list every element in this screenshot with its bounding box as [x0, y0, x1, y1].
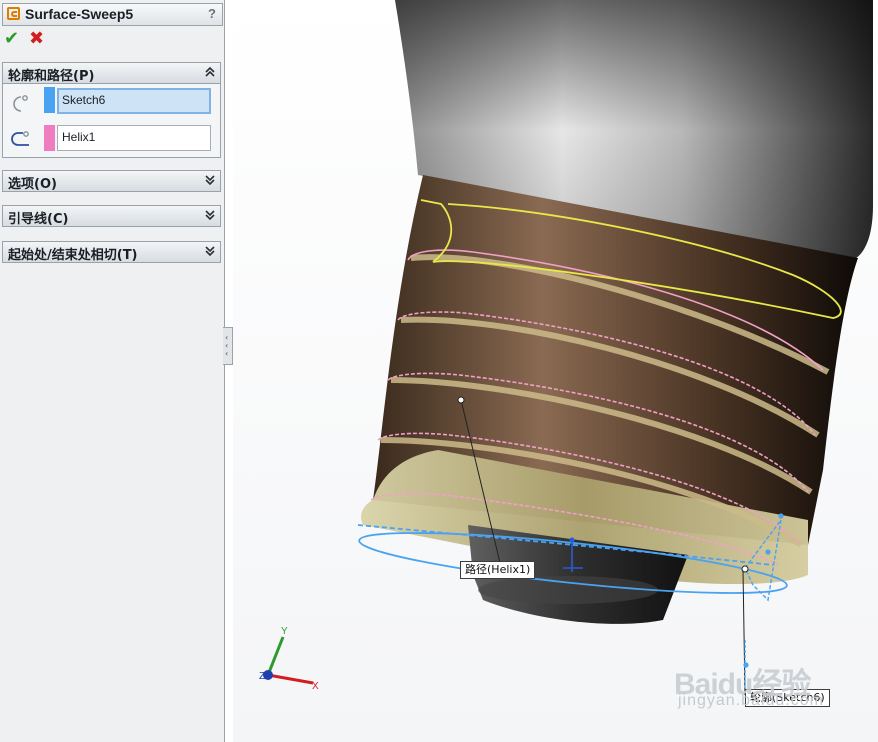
section-profile-path-header[interactable]: 轮廓和路径(P) — [2, 62, 221, 84]
section-options-label: 选项(O) — [8, 177, 57, 192]
graphics-viewport[interactable]: Y X Z 路径(Helix1) 轮廓(Sketch6) Baidu经验 jin… — [233, 0, 878, 742]
collapse-chevron-icon[interactable] — [204, 64, 216, 80]
path-field[interactable]: Helix1 — [57, 125, 211, 151]
coordinate-triad: Y X Z — [259, 626, 319, 692]
help-icon[interactable]: ? — [208, 6, 216, 21]
triad-y-label: Y — [281, 626, 288, 637]
expand-chevron-icon[interactable] — [204, 207, 216, 223]
expand-chevron-icon[interactable] — [204, 172, 216, 188]
path-color-swatch — [44, 125, 55, 151]
profile-icon — [13, 95, 28, 112]
expand-chevron-icon[interactable] — [204, 243, 216, 259]
section-guides-header[interactable]: 引导线(C) — [2, 205, 221, 227]
path-icon — [11, 131, 29, 146]
feature-title: Surface-Sweep5 — [25, 6, 134, 22]
feature-titlebar: Surface-Sweep5 ? — [2, 3, 223, 26]
section-profile-path-label: 轮廓和路径(P) — [8, 69, 95, 84]
path-callout[interactable]: 路径(Helix1) — [460, 561, 536, 579]
bulb-model-scene: Y X Z — [259, 0, 873, 696]
surface-sweep-icon — [7, 7, 20, 20]
section-options-header[interactable]: 选项(O) — [2, 170, 221, 192]
cancel-button[interactable]: ✖ — [29, 29, 44, 49]
panel-collapse-handle[interactable]: ‹ ‹ ‹ — [223, 327, 233, 365]
watermark-url: jingyan.baidu.com — [678, 692, 824, 709]
section-tangency-header[interactable]: 起始处/结束处相切(T) — [2, 241, 221, 263]
triad-x-label: X — [312, 681, 319, 692]
triad-z-label: Z — [259, 671, 265, 682]
profile-field[interactable]: Sketch6 — [57, 88, 211, 114]
section-guides-label: 引导线(C) — [8, 212, 69, 227]
profile-color-swatch — [44, 87, 55, 113]
ok-button[interactable]: ✔ — [4, 29, 19, 49]
section-tangency-label: 起始处/结束处相切(T) — [8, 248, 138, 263]
section-profile-path-body: Sketch6 Helix1 — [2, 84, 221, 158]
property-manager: Surface-Sweep5 ? ✔ ✖ 轮廓和路径(P) Sketch6 He… — [0, 0, 225, 742]
grip-icon: ‹ ‹ ‹ — [225, 333, 229, 358]
